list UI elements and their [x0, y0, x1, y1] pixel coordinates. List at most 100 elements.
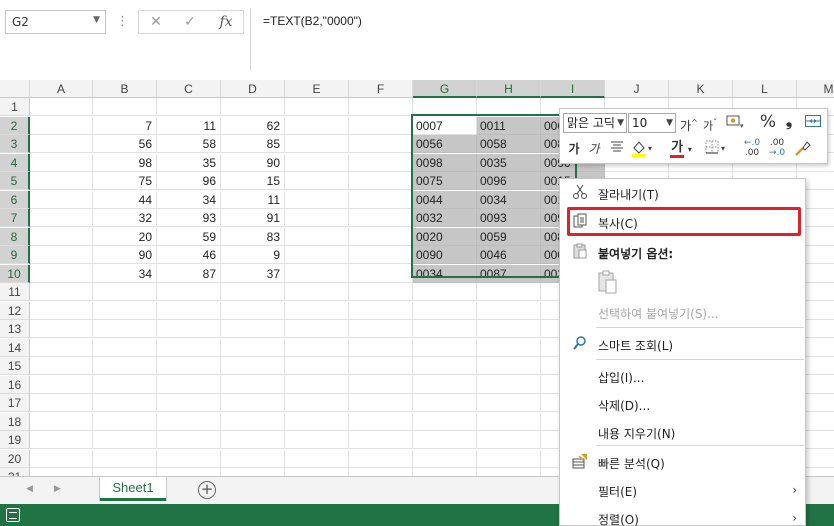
- row-header[interactable]: 7: [0, 209, 30, 227]
- cell-C8[interactable]: 59: [157, 227, 221, 246]
- cell-E16[interactable]: [285, 375, 349, 394]
- cell-C11[interactable]: [157, 283, 221, 301]
- cell-C20[interactable]: [157, 449, 221, 468]
- borders-icon[interactable]: ▾: [704, 139, 730, 159]
- cell-D13[interactable]: [221, 320, 285, 338]
- cancel-icon[interactable]: ✕: [143, 13, 169, 31]
- cell-H6[interactable]: 0034: [477, 190, 541, 209]
- cell-A19[interactable]: [30, 431, 93, 449]
- cell-G11[interactable]: [413, 283, 477, 301]
- cell-H4[interactable]: 0035: [477, 153, 541, 172]
- cell-A21[interactable]: [30, 468, 93, 476]
- row-header[interactable]: 13: [0, 320, 30, 338]
- cell-F13[interactable]: [349, 320, 413, 338]
- cell-A18[interactable]: [30, 412, 93, 431]
- row-header[interactable]: 11: [0, 283, 30, 301]
- row-header[interactable]: 14: [0, 338, 30, 357]
- cell-C18[interactable]: [157, 412, 221, 431]
- cell-F5[interactable]: [349, 172, 413, 190]
- cell-E21[interactable]: [285, 468, 349, 476]
- formula-input[interactable]: =TEXT(B2,"0000"): [250, 8, 834, 70]
- column-header[interactable]: L: [733, 80, 797, 98]
- comma-icon[interactable]: ❟: [782, 111, 796, 131]
- cell-E18[interactable]: [285, 412, 349, 431]
- cell-A4[interactable]: [30, 153, 93, 172]
- accounting-format-icon[interactable]: ▾: [723, 113, 747, 133]
- cell-H9[interactable]: 0046: [477, 246, 541, 264]
- cell-F9[interactable]: [349, 246, 413, 264]
- cell-B21[interactable]: [93, 468, 157, 476]
- cell-D14[interactable]: [221, 338, 285, 357]
- cell-A13[interactable]: [30, 320, 93, 338]
- cell-F7[interactable]: [349, 209, 413, 227]
- cell-G12[interactable]: [413, 301, 477, 320]
- menu-item[interactable]: 스마트 조회(L): [560, 331, 805, 359]
- cell-D11[interactable]: [221, 283, 285, 301]
- menu-item[interactable]: 필터(E) ›: [560, 477, 805, 505]
- cell-G14[interactable]: [413, 338, 477, 357]
- cell-C4[interactable]: 35: [157, 153, 221, 172]
- cell-G16[interactable]: [413, 375, 477, 394]
- grow-font-icon[interactable]: 가^: [680, 113, 698, 133]
- cell-B11[interactable]: [93, 283, 157, 301]
- cell-G19[interactable]: [413, 431, 477, 449]
- cell-G10[interactable]: 0034: [413, 264, 477, 283]
- cell-A3[interactable]: [30, 135, 93, 153]
- cell-C14[interactable]: [157, 338, 221, 357]
- cell-H16[interactable]: [477, 375, 541, 394]
- cell-F18[interactable]: [349, 412, 413, 431]
- row-header[interactable]: 2: [0, 116, 30, 135]
- cell-H18[interactable]: [477, 412, 541, 431]
- italic-icon[interactable]: 가: [586, 139, 602, 159]
- cell-E3[interactable]: [285, 135, 349, 153]
- cell-C1[interactable]: [157, 98, 221, 116]
- cell-B6[interactable]: 44: [93, 190, 157, 209]
- cell-B20[interactable]: [93, 449, 157, 468]
- cell-D7[interactable]: 91: [221, 209, 285, 227]
- cell-B3[interactable]: 56: [93, 135, 157, 153]
- cell-G15[interactable]: [413, 357, 477, 375]
- cell-D15[interactable]: [221, 357, 285, 375]
- cell-A14[interactable]: [30, 338, 93, 357]
- cell-C9[interactable]: 46: [157, 246, 221, 264]
- cell-D5[interactable]: 15: [221, 172, 285, 190]
- row-header[interactable]: 12: [0, 301, 30, 320]
- cell-C10[interactable]: 87: [157, 264, 221, 283]
- cell-C7[interactable]: 93: [157, 209, 221, 227]
- cell-F8[interactable]: [349, 227, 413, 246]
- cell-E4[interactable]: [285, 153, 349, 172]
- cell-H14[interactable]: [477, 338, 541, 357]
- cell-G6[interactable]: 0044: [413, 190, 477, 209]
- cell-B10[interactable]: 34: [93, 264, 157, 283]
- format-painter-icon[interactable]: [792, 139, 814, 159]
- row-header[interactable]: 10: [0, 264, 30, 283]
- cell-D9[interactable]: 9: [221, 246, 285, 264]
- cell-E1[interactable]: [285, 98, 349, 116]
- row-header[interactable]: 5: [0, 172, 30, 190]
- font-name-select[interactable]: 맑은 고딕 ▼: [563, 113, 627, 133]
- menu-item[interactable]: 복사(C): [560, 209, 805, 237]
- cell-E6[interactable]: [285, 190, 349, 209]
- cell-A20[interactable]: [30, 449, 93, 468]
- cell-D1[interactable]: [221, 98, 285, 116]
- menu-item[interactable]: 빠른 분석(Q): [560, 449, 805, 477]
- cell-F14[interactable]: [349, 338, 413, 357]
- cell-H1[interactable]: [477, 98, 541, 116]
- cell-D2[interactable]: 62: [221, 116, 285, 135]
- row-header[interactable]: 16: [0, 375, 30, 394]
- row-header[interactable]: 17: [0, 394, 30, 412]
- cell-G8[interactable]: 0020: [413, 227, 477, 246]
- cell-F15[interactable]: [349, 357, 413, 375]
- cell-E15[interactable]: [285, 357, 349, 375]
- font-size-select[interactable]: 10 ▼: [628, 113, 676, 133]
- column-header[interactable]: H: [477, 80, 541, 98]
- cell-H12[interactable]: [477, 301, 541, 320]
- menu-item[interactable]: 내용 지우기(N): [560, 419, 805, 447]
- cell-F21[interactable]: [349, 468, 413, 476]
- cell-B5[interactable]: 75: [93, 172, 157, 190]
- cell-G13[interactable]: [413, 320, 477, 338]
- cell-H20[interactable]: [477, 449, 541, 468]
- align-center-icon[interactable]: [608, 139, 626, 159]
- row-header[interactable]: 1: [0, 98, 30, 116]
- row-header[interactable]: 4: [0, 153, 30, 172]
